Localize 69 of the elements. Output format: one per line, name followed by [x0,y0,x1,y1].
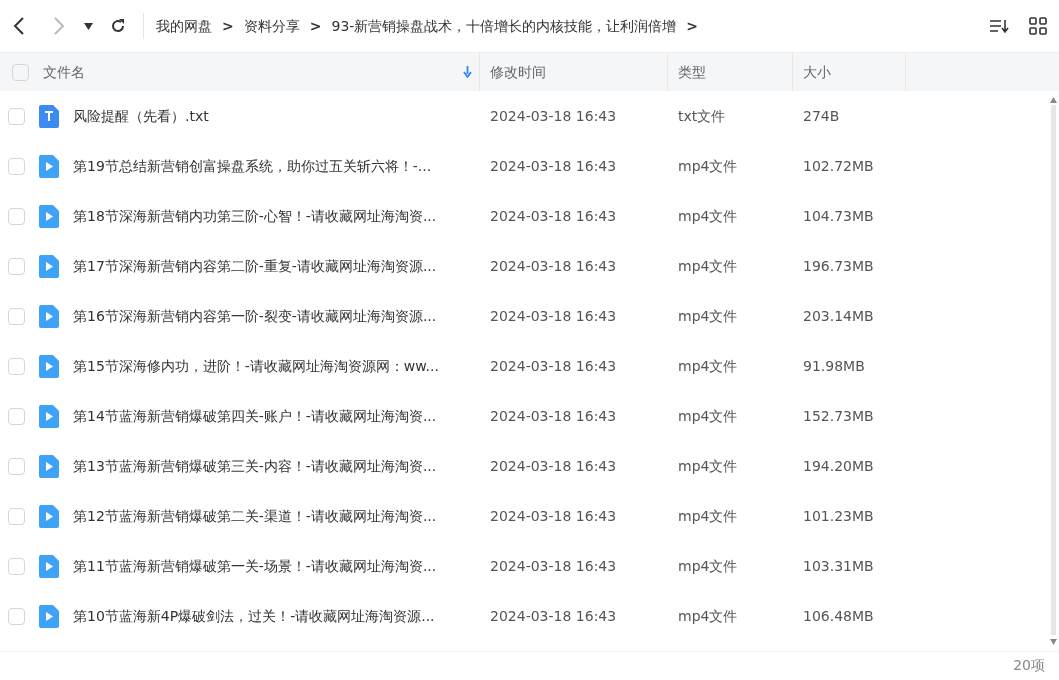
row-checkbox[interactable] [8,207,25,225]
file-name[interactable]: 第11节蓝海新营销爆破第一关-场景！-请收藏网址海淘资... [73,555,437,577]
file-name[interactable]: 第10节蓝海新4P爆破剑法，过关！-请收藏网址海淘资源... [73,605,435,627]
file-name[interactable]: 第17节深海新营销内容第二阶-重复-请收藏网址海淘资源... [73,255,437,277]
file-name[interactable]: 第18节深海新营销内功第三阶-心智！-请收藏网址海淘资... [73,205,437,227]
modified-time: 2024-03-18 16:43 [489,106,618,126]
file-size: 104.73MB [802,206,875,226]
breadcrumb-separator: > [309,16,322,36]
file-size: 196.73MB [802,256,875,276]
file-type: mp4文件 [677,356,739,376]
file-type: mp4文件 [677,206,739,226]
breadcrumb-link[interactable]: 93-新营销操盘战术，十倍增长的内核技能，让利润倍增 [331,15,677,37]
file-type: mp4文件 [677,606,739,626]
file-name[interactable]: 第16节深海新营销内容第一阶-裂变-请收藏网址海淘资源... [73,305,437,327]
file-name[interactable]: 第15节深海修内功，进阶！-请收藏网址海淘资源网：ww... [73,355,439,377]
breadcrumb-separator: > [222,16,234,36]
file-type: mp4文件 [677,456,739,476]
file-name[interactable]: 第19节总结新营销创富操盘系统，助你过五关斩六将！-... [73,155,432,177]
row-checkbox[interactable] [8,307,25,325]
file-name[interactable]: 第12节蓝海新营销爆破第二关-渠道！-请收藏网址海淘资... [73,505,437,527]
column-header[interactable]: 大小 [803,61,831,83]
file-type: mp4文件 [677,506,739,526]
row-checkbox[interactable] [8,357,25,375]
file-name[interactable]: 第13节蓝海新营销爆破第三关-内容！-请收藏网址海淘资... [73,455,437,477]
file-type: mp4文件 [677,556,739,576]
row-checkbox[interactable] [8,457,25,475]
row-checkbox[interactable] [8,407,25,425]
file-type: mp4文件 [677,306,739,326]
modified-time: 2024-03-18 16:43 [489,156,618,176]
row-checkbox[interactable] [8,607,25,625]
file-size: 203.14MB [802,306,875,326]
select-all-checkbox[interactable] [12,63,29,81]
column-header[interactable]: 修改时间 [490,61,546,83]
file-size: 106.48MB [802,606,875,626]
sort-arrow-icon[interactable] [463,66,472,78]
modified-time: 2024-03-18 16:43 [489,506,618,526]
row-checkbox[interactable] [8,257,25,275]
file-size: 102.72MB [802,156,875,176]
breadcrumb-link[interactable]: 资料分享 [243,15,300,37]
modified-time: 2024-03-18 16:43 [489,456,618,476]
breadcrumb-separator: > [686,16,699,36]
modified-time: 2024-03-18 16:43 [489,406,618,426]
file-size: 194.20MB [802,456,875,476]
modified-time: 2024-03-18 16:43 [489,606,618,626]
item-count: 20项 [1013,656,1045,675]
row-checkbox[interactable] [8,107,25,125]
column-header[interactable]: 类型 [678,61,706,83]
modified-time: 2024-03-18 16:43 [489,556,618,576]
scrollbar[interactable] [1050,97,1057,645]
modified-time: 2024-03-18 16:43 [489,206,618,226]
file-type: mp4文件 [677,406,739,426]
modified-time: 2024-03-18 16:43 [489,256,618,276]
file-name[interactable]: 风险提醒（先看）.txt [73,105,209,127]
file-size: 152.73MB [802,406,875,426]
file-type: txt文件 [677,106,727,126]
row-checkbox[interactable] [8,157,25,175]
modified-time: 2024-03-18 16:43 [489,356,618,376]
row-checkbox[interactable] [8,557,25,575]
modified-time: 2024-03-18 16:43 [489,306,618,326]
breadcrumb-link[interactable]: 我的网盘 [156,15,212,37]
column-header[interactable]: 文件名 [43,61,85,83]
file-name[interactable]: 第14节蓝海新营销爆破第四关-账户！-请收藏网址海淘资... [73,405,437,427]
file-type: mp4文件 [677,156,739,176]
file-size: 274B [802,106,841,126]
file-size: 91.98MB [802,356,866,376]
file-size: 101.23MB [802,506,875,526]
row-checkbox[interactable] [8,507,25,525]
file-type: mp4文件 [677,256,739,276]
file-size: 103.31MB [802,556,875,576]
